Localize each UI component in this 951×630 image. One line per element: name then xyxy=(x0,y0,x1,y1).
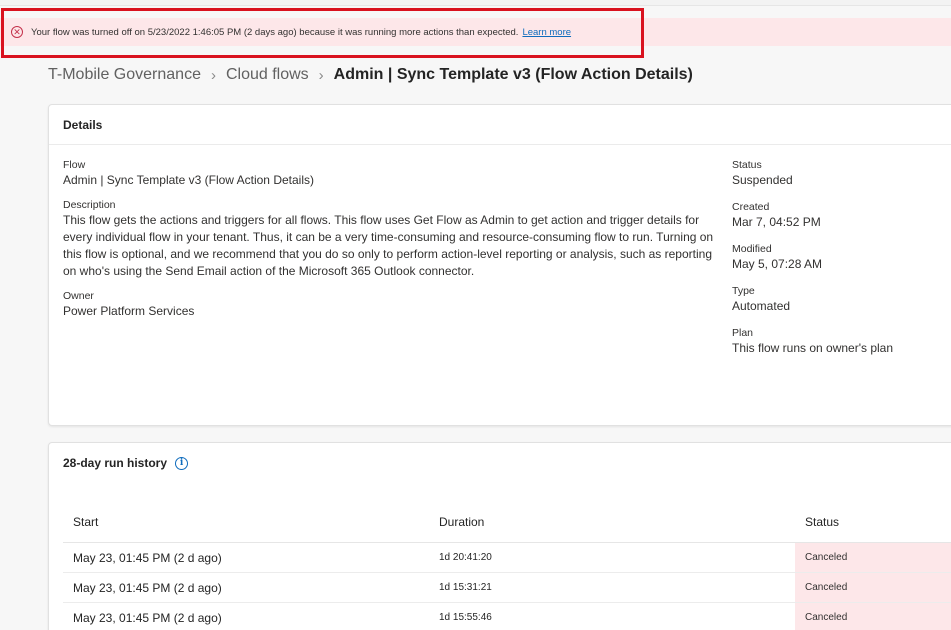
breadcrumb: T-Mobile Governance › Cloud flows › Admi… xyxy=(48,64,693,86)
status-field: Status Suspended xyxy=(732,159,951,189)
modified-value: May 5, 07:28 AM xyxy=(732,257,823,271)
run-duration: 1d 15:55:46 xyxy=(439,612,492,623)
details-title: Details xyxy=(49,105,951,145)
column-header-status[interactable]: Status xyxy=(795,501,951,542)
status-label: Status xyxy=(732,159,762,171)
run-start: May 23, 01:45 PM (2 d ago) xyxy=(73,550,222,565)
owner-label: Owner xyxy=(63,290,94,302)
run-history-header: 28-day run history i xyxy=(49,443,951,483)
breadcrumb-environment[interactable]: T-Mobile Governance xyxy=(48,66,201,84)
column-header-start[interactable]: Start xyxy=(63,515,429,529)
flow-label: Flow xyxy=(63,159,86,171)
details-right-column: Status Suspended Created Mar 7, 04:52 PM… xyxy=(732,159,951,369)
created-value: Mar 7, 04:52 PM xyxy=(732,215,821,229)
description-label: Description xyxy=(63,199,116,211)
breadcrumb-cloud-flows[interactable]: Cloud flows xyxy=(226,66,309,84)
flow-value: Admin | Sync Template v3 (Flow Action De… xyxy=(63,173,314,187)
owner-value: Power Platform Services xyxy=(63,304,195,318)
modified-label: Modified xyxy=(732,243,772,255)
page-title: Admin | Sync Template v3 (Flow Action De… xyxy=(333,66,693,83)
top-strip xyxy=(0,0,951,6)
created-field: Created Mar 7, 04:52 PM xyxy=(732,201,951,231)
chevron-right-icon: › xyxy=(210,66,216,84)
owner-field: Owner Power Platform Services xyxy=(63,290,715,320)
type-value: Automated xyxy=(732,299,791,313)
column-header-duration[interactable]: Duration xyxy=(429,515,795,529)
table-row[interactable]: May 23, 01:45 PM (2 d ago) 1d 20:41:20 C… xyxy=(63,543,951,573)
details-left-column: Flow Admin | Sync Template v3 (Flow Acti… xyxy=(63,159,715,330)
learn-more-link[interactable]: Learn more xyxy=(522,27,571,38)
error-banner: ✕ Your flow was turned off on 5/23/2022 … xyxy=(0,18,951,46)
plan-label: Plan xyxy=(732,327,754,339)
description-value: This flow gets the actions and triggers … xyxy=(63,213,714,278)
run-status-badge: Canceled xyxy=(795,543,951,572)
info-icon[interactable]: i xyxy=(175,456,189,470)
run-status-badge: Canceled xyxy=(795,573,951,602)
plan-field: Plan This flow runs on owner's plan xyxy=(732,327,951,357)
chevron-right-icon: › xyxy=(318,66,324,84)
status-value: Suspended xyxy=(732,173,793,187)
run-start: May 23, 01:45 PM (2 d ago) xyxy=(73,610,222,625)
details-card: Details Flow Admin | Sync Template v3 (F… xyxy=(48,104,951,426)
modified-field: Modified May 5, 07:28 AM xyxy=(732,243,951,273)
flow-field: Flow Admin | Sync Template v3 (Flow Acti… xyxy=(63,159,715,189)
description-field: Description This flow gets the actions a… xyxy=(63,199,715,280)
run-history-title: 28-day run history xyxy=(63,456,168,470)
table-header: Start Duration Status xyxy=(63,501,951,543)
run-status-badge: Canceled xyxy=(795,603,951,630)
table-row[interactable]: May 23, 01:45 PM (2 d ago) 1d 15:31:21 C… xyxy=(63,573,951,603)
type-label: Type xyxy=(732,285,755,297)
run-duration: 1d 15:31:21 xyxy=(439,582,492,593)
run-history-table: Start Duration Status May 23, 01:45 PM (… xyxy=(63,501,951,630)
plan-value: This flow runs on owner's plan xyxy=(732,341,894,355)
table-row[interactable]: May 23, 01:45 PM (2 d ago) 1d 15:55:46 C… xyxy=(63,603,951,630)
banner-message: Your flow was turned off on 5/23/2022 1:… xyxy=(31,26,519,38)
created-label: Created xyxy=(732,201,770,213)
run-start: May 23, 01:45 PM (2 d ago) xyxy=(73,580,222,595)
error-circle-icon: ✕ xyxy=(11,26,23,38)
run-history-card: 28-day run history i Start Duration Stat… xyxy=(48,442,951,630)
run-duration: 1d 20:41:20 xyxy=(439,552,492,563)
type-field: Type Automated xyxy=(732,285,951,315)
